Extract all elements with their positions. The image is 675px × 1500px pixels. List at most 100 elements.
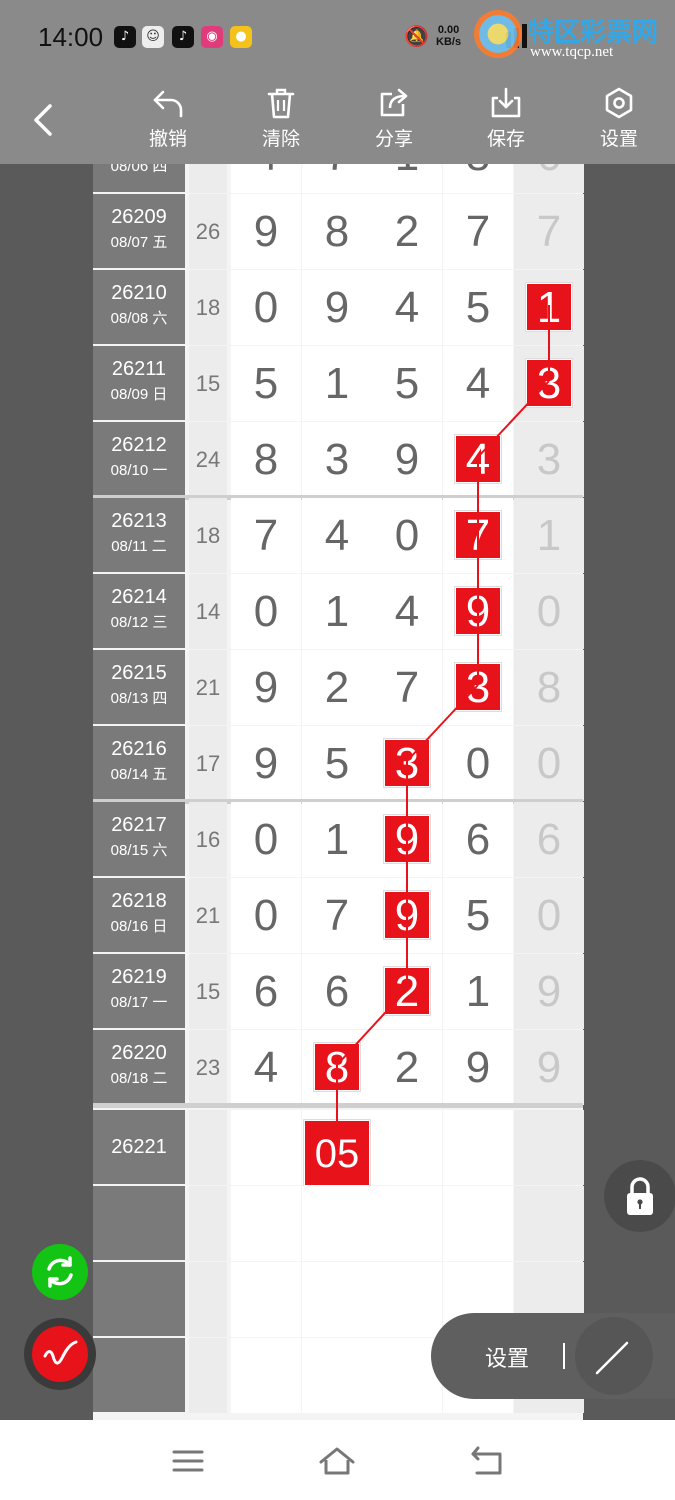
digit-cell[interactable]: 5 — [372, 346, 442, 421]
drawing-settings-button[interactable]: 设置 — [485, 1341, 529, 1373]
digit-cell[interactable]: 6 — [443, 802, 513, 877]
digit-cell[interactable]: 2 — [372, 194, 442, 269]
digit-cell[interactable]: 1 — [302, 802, 372, 877]
digit-cell[interactable]: 2 — [302, 650, 372, 725]
digit-cell[interactable]: 7 — [372, 650, 442, 725]
digit-cell[interactable]: 6 — [514, 802, 584, 877]
digit-cell[interactable] — [443, 1110, 513, 1185]
digit-cell[interactable]: 9 — [372, 422, 442, 497]
digit-cell[interactable] — [231, 1186, 301, 1261]
digit-cell[interactable] — [514, 1186, 584, 1261]
digit-cell[interactable]: 0 — [231, 878, 301, 953]
digit-cell[interactable]: 4 — [372, 574, 442, 649]
digit-cell[interactable] — [372, 1110, 442, 1185]
digit-cell[interactable]: 7 — [302, 878, 372, 953]
digit-cell[interactable] — [443, 1186, 513, 1261]
clear-button[interactable]: 清除 — [246, 86, 316, 151]
digit-cell[interactable]: 2 — [372, 1030, 442, 1105]
digit-cell[interactable]: 4 — [231, 1030, 301, 1105]
digit-cell[interactable]: 3 — [302, 422, 372, 497]
save-button[interactable]: 保存 — [471, 86, 541, 151]
share-button[interactable]: 分享 — [359, 86, 429, 151]
digit-cell[interactable]: 4 — [443, 346, 513, 421]
digit-cell[interactable]: 7 — [231, 498, 301, 573]
digit-cell[interactable]: 3 — [514, 346, 584, 421]
digit-cell[interactable]: 0 — [231, 574, 301, 649]
digit-cell[interactable] — [302, 1186, 372, 1261]
trend-sheet[interactable]: 2620808/06 四20471862620908/07 五269827726… — [93, 164, 584, 1420]
digit-cell[interactable]: 0 — [514, 878, 584, 953]
digit-cell[interactable]: 9 — [302, 270, 372, 345]
digit-cell[interactable] — [302, 1262, 372, 1337]
settings-button[interactable]: 设置 — [584, 86, 654, 151]
refresh-button[interactable] — [32, 1244, 88, 1300]
digit-cell[interactable]: 1 — [514, 270, 584, 345]
digit-cell[interactable]: 7 — [514, 194, 584, 269]
line-tool-button[interactable] — [575, 1317, 653, 1395]
back-button[interactable] — [28, 100, 62, 140]
digit-cell[interactable]: 1 — [302, 574, 372, 649]
digit-cell[interactable]: 9 — [372, 878, 442, 953]
digit-cell[interactable] — [231, 1262, 301, 1337]
digit-cell[interactable]: 3 — [372, 726, 442, 801]
digit-cell[interactable]: 7 — [443, 498, 513, 573]
pen-button[interactable] — [24, 1318, 96, 1390]
digit-cell[interactable] — [372, 1262, 442, 1337]
home-button[interactable] — [317, 1444, 357, 1478]
digit-cell[interactable]: 1 — [443, 954, 513, 1029]
undo-button[interactable]: 撤销 — [133, 86, 203, 151]
digit-cell[interactable]: 8 — [302, 194, 372, 269]
digit-cell[interactable]: 4 — [443, 422, 513, 497]
digit-cell[interactable]: 3 — [443, 650, 513, 725]
digit-cell[interactable]: 7 — [302, 164, 372, 193]
back-nav-button[interactable] — [468, 1444, 508, 1478]
digit-cell[interactable] — [231, 1110, 301, 1185]
digit-cell[interactable]: 9 — [514, 954, 584, 1029]
digit-cell[interactable]: 9 — [443, 574, 513, 649]
digit-cell[interactable]: 0 — [514, 574, 584, 649]
digit-cell[interactable]: 9 — [443, 1030, 513, 1105]
digit-cell[interactable]: 9 — [231, 194, 301, 269]
digit-cell[interactable]: 4 — [231, 164, 301, 193]
digit-cell[interactable]: 0 — [443, 726, 513, 801]
digit-cell[interactable]: 0 — [231, 270, 301, 345]
digit-cell[interactable]: 6 — [514, 164, 584, 193]
digit-cell[interactable]: 05 — [302, 1110, 372, 1187]
digit-cell[interactable]: 4 — [302, 498, 372, 573]
recents-button[interactable] — [168, 1444, 208, 1478]
digit-cell[interactable]: 8 — [231, 422, 301, 497]
digit-cell[interactable]: 0 — [231, 802, 301, 877]
digit-cell[interactable] — [372, 1186, 442, 1261]
trend-board[interactable]: 2620808/06 四20471862620908/07 五269827726… — [0, 164, 675, 1420]
period-cell: 2620808/06 四 — [93, 164, 185, 192]
digit-cell[interactable]: 1 — [514, 498, 584, 573]
digit-cell[interactable]: 8 — [443, 164, 513, 193]
period-number: 26215 — [111, 662, 167, 684]
period-cell: 26220 08/18 二 — [93, 1030, 185, 1104]
digit-cell[interactable]: 5 — [231, 346, 301, 421]
digit-cell[interactable]: 9 — [372, 802, 442, 877]
digit-cell[interactable]: 7 — [443, 194, 513, 269]
digit-cell[interactable]: 0 — [372, 498, 442, 573]
digit-cell[interactable]: 5 — [443, 270, 513, 345]
digit-cell[interactable]: 1 — [302, 346, 372, 421]
digit-cell[interactable]: 9 — [514, 1030, 584, 1105]
digit-cell[interactable]: 4 — [372, 270, 442, 345]
digit-cell[interactable]: 6 — [302, 954, 372, 1029]
digit-cell[interactable]: 8 — [514, 650, 584, 725]
digit-cell[interactable]: 8 — [302, 1030, 372, 1105]
digit-cell[interactable]: 5 — [443, 878, 513, 953]
digit-cell[interactable]: 3 — [514, 422, 584, 497]
digit-cell[interactable] — [514, 1110, 584, 1185]
digit-cell[interactable]: 6 — [231, 954, 301, 1029]
digit-cell[interactable]: 2 — [372, 954, 442, 1029]
digit-cell[interactable]: 9 — [231, 726, 301, 801]
digit-cell[interactable]: 5 — [302, 726, 372, 801]
lock-button[interactable] — [604, 1160, 675, 1232]
digit-cell[interactable] — [231, 1338, 301, 1413]
digit-cell[interactable] — [302, 1338, 372, 1413]
pen-button-inner[interactable] — [32, 1326, 88, 1382]
digit-cell[interactable]: 9 — [231, 650, 301, 725]
digit-cell[interactable]: 1 — [372, 164, 442, 193]
digit-cell[interactable]: 0 — [514, 726, 584, 801]
